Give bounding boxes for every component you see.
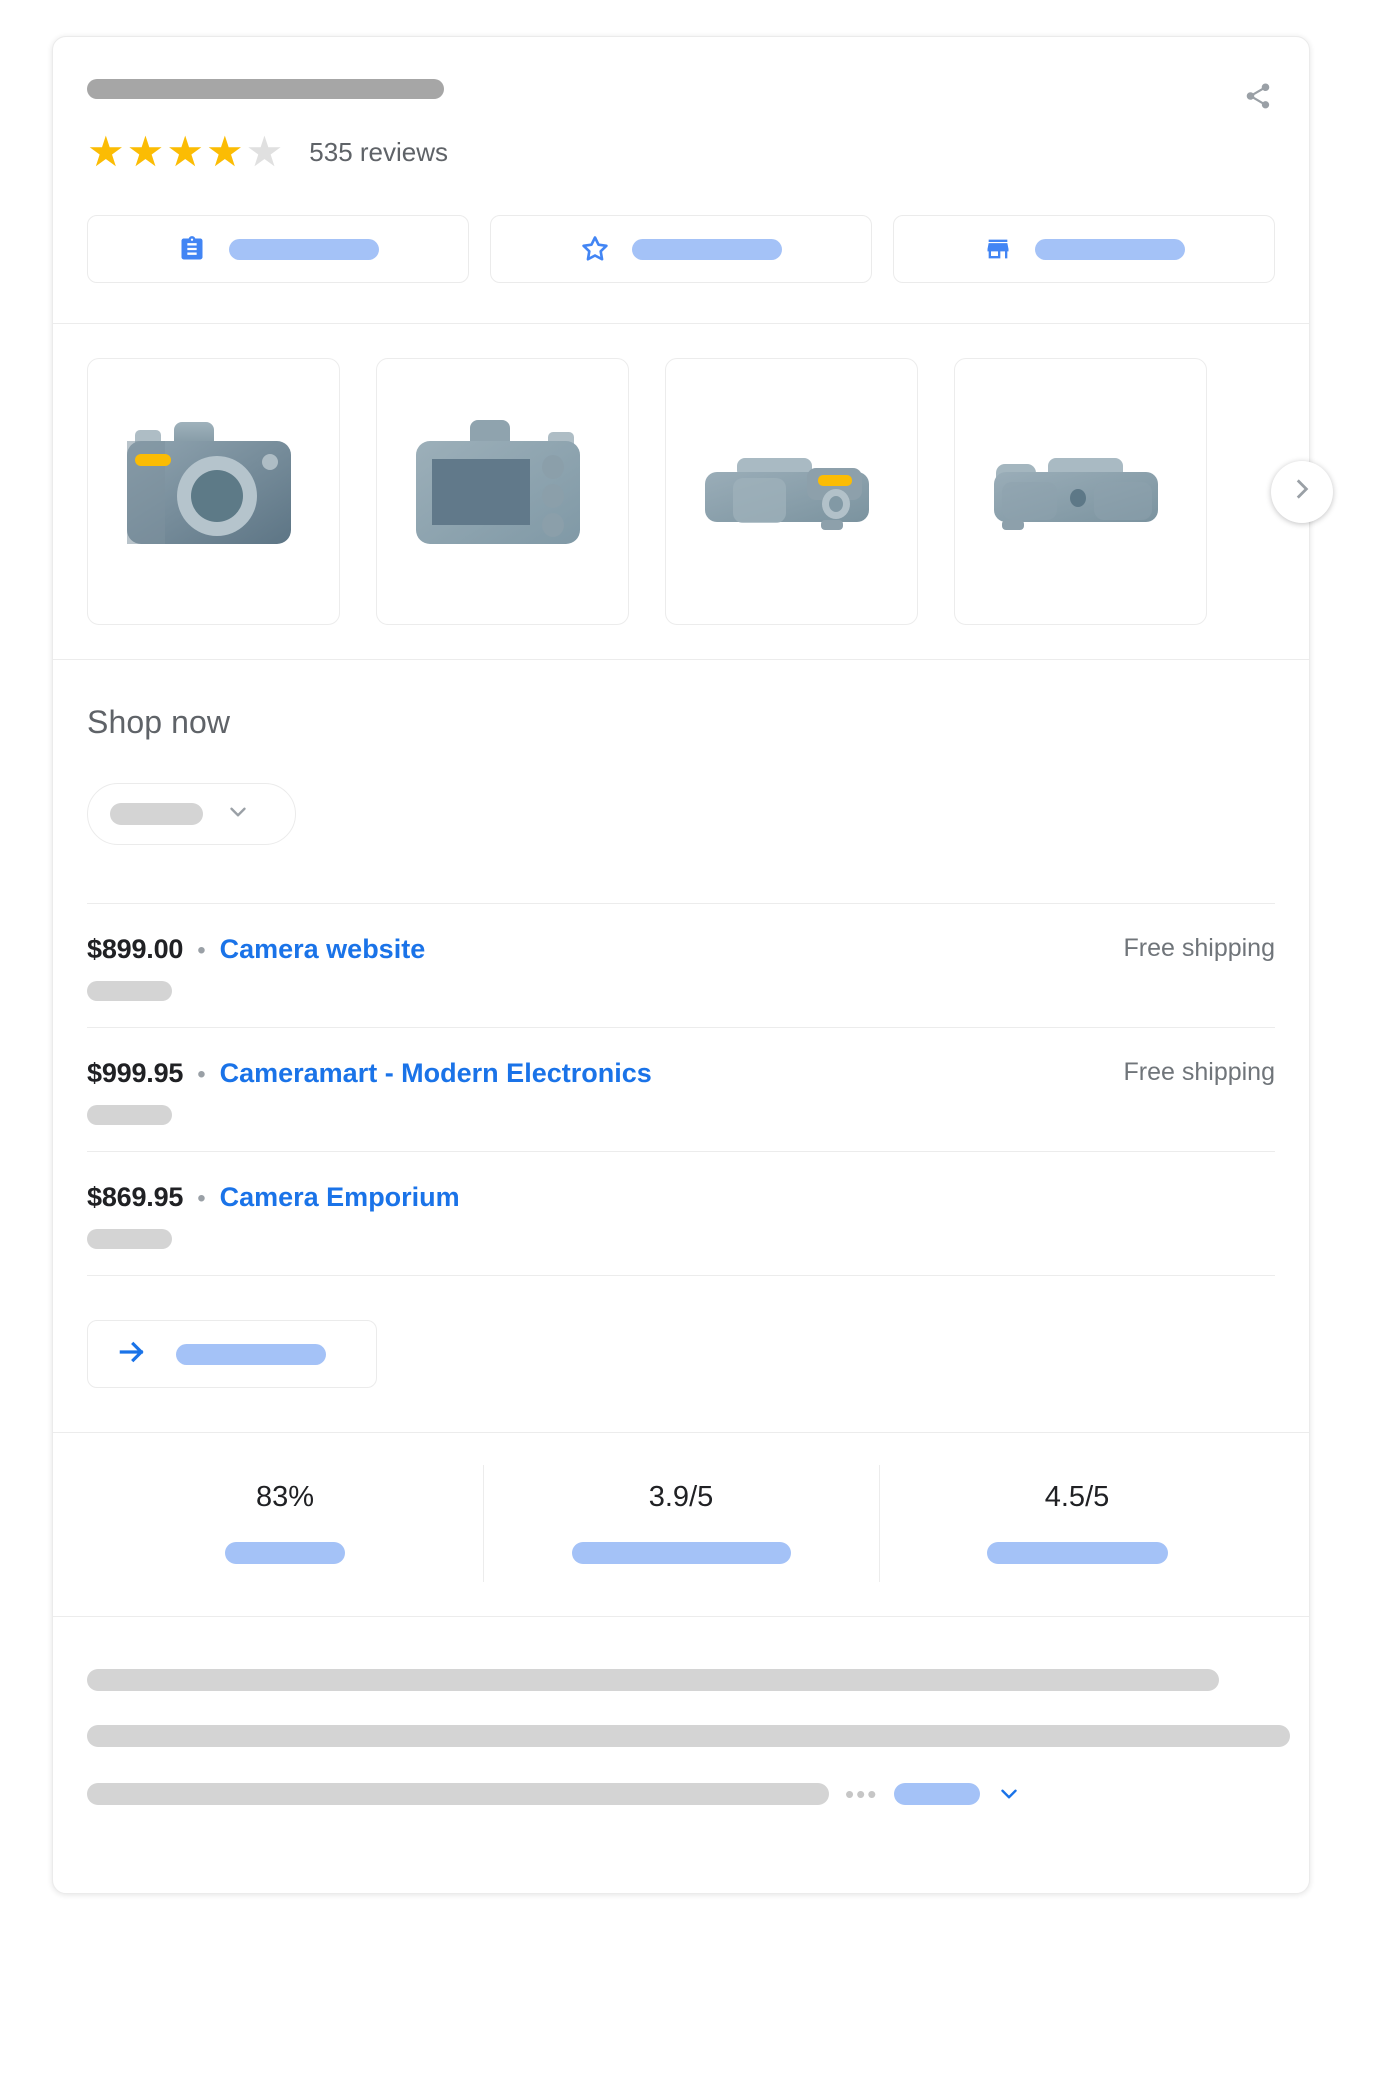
camera-front-icon [121,412,307,572]
offer-main: $899.00 • Camera website [87,934,1275,965]
rating-row: ★ ★ ★ ★ ★ 535 reviews [87,131,1275,173]
star-filled-icon: ★ [206,131,244,173]
shop-filter-value [110,803,203,825]
card-header: ★ ★ ★ ★ ★ 535 reviews [53,37,1309,324]
offer-row[interactable]: $899.00 • Camera website Free shipping [87,903,1275,1027]
tab-row [87,215,1275,283]
description-ellipsis: ••• [845,1781,878,1807]
offer-separator: • [197,939,205,963]
stat-value: 3.9/5 [649,1481,714,1514]
offer-seller-link[interactable]: Camera Emporium [220,1182,460,1213]
stat-bar-placeholder [987,1542,1168,1564]
offer-subtext-placeholder [87,1105,172,1125]
camera-back-screen-icon [410,412,596,572]
more-offers-label [176,1344,326,1365]
reviews-count-label[interactable]: 535 reviews [309,137,448,168]
stat-item: 3.9/5 [483,1481,879,1564]
tab-stores[interactable] [893,215,1275,283]
tab-overview-label [229,239,379,260]
stat-value: 4.5/5 [1045,1481,1110,1514]
stat-item: 83% [87,1481,483,1564]
share-button[interactable] [1241,79,1275,113]
offer-separator: • [197,1187,205,1211]
offer-subtext-placeholder [87,981,172,1001]
offer-subtext-placeholder [87,1229,172,1249]
tab-reviews[interactable] [490,215,872,283]
chevron-down-icon[interactable] [996,1781,1022,1807]
stats-section: 83% 3.9/5 4.5/5 [53,1433,1309,1617]
stat-bar-placeholder [225,1542,345,1564]
offer-price: $899.00 [87,934,183,965]
title-placeholder [87,79,444,99]
offer-row[interactable]: $869.95 • Camera Emporium [87,1151,1275,1276]
tab-stores-label [1035,239,1185,260]
description-line-placeholder [87,1669,1219,1691]
offer-main: $869.95 • Camera Emporium [87,1182,1275,1213]
chevron-right-icon [1289,476,1315,507]
stat-value: 83% [256,1481,314,1514]
shop-now-section: Shop now $899.00 • Camera website Fre [53,660,1309,1433]
carousel-item[interactable] [665,358,918,625]
description-section: ••• [53,1617,1309,1893]
carousel-item[interactable] [87,358,340,625]
page-root: ★ ★ ★ ★ ★ 535 reviews [0,0,1400,2100]
carousel-item[interactable] [376,358,629,625]
offer-seller-link[interactable]: Camera website [220,934,426,965]
offer-price: $869.95 [87,1182,183,1213]
stat-item: 4.5/5 [879,1481,1275,1564]
clipboard-icon [177,234,207,264]
camera-top-view-alt-icon [988,412,1174,572]
tab-overview[interactable] [87,215,469,283]
offer-main: $999.95 • Cameramart - Modern Electronic… [87,1058,1275,1089]
offer-separator: • [197,1063,205,1087]
stat-bar-placeholder [572,1542,791,1564]
share-icon [1243,81,1273,111]
arrow-right-icon [116,1336,148,1373]
image-carousel [53,324,1309,660]
more-offers-button[interactable] [87,1320,377,1388]
star-outline-icon [580,234,610,264]
offer-price: $999.95 [87,1058,183,1089]
star-filled-icon: ★ [87,131,125,173]
description-line-placeholder [87,1783,829,1805]
star-filled-icon: ★ [127,131,165,173]
description-expand-label[interactable] [894,1783,980,1805]
offer-shipping-label: Free shipping [1124,1058,1275,1087]
description-line-placeholder [87,1725,1290,1747]
carousel-track[interactable] [87,358,1275,625]
description-last-row: ••• [87,1781,1275,1807]
star-empty-icon: ★ [246,131,284,173]
tab-reviews-label [632,239,782,260]
shop-now-heading: Shop now [87,704,1275,741]
chevron-down-icon [225,799,251,830]
carousel-next-button[interactable] [1271,461,1333,523]
shop-filter-dropdown[interactable] [87,783,296,845]
store-icon [983,234,1013,264]
camera-top-view-icon [699,412,885,572]
offer-seller-link[interactable]: Cameramart - Modern Electronics [220,1058,652,1089]
offer-list: $899.00 • Camera website Free shipping $… [87,903,1275,1276]
knowledge-panel-card: ★ ★ ★ ★ ★ 535 reviews [52,36,1310,1894]
offer-shipping-label: Free shipping [1124,934,1275,963]
carousel-item[interactable] [954,358,1207,625]
star-rating: ★ ★ ★ ★ ★ [87,131,283,173]
star-filled-icon: ★ [166,131,204,173]
offer-row[interactable]: $999.95 • Cameramart - Modern Electronic… [87,1027,1275,1151]
